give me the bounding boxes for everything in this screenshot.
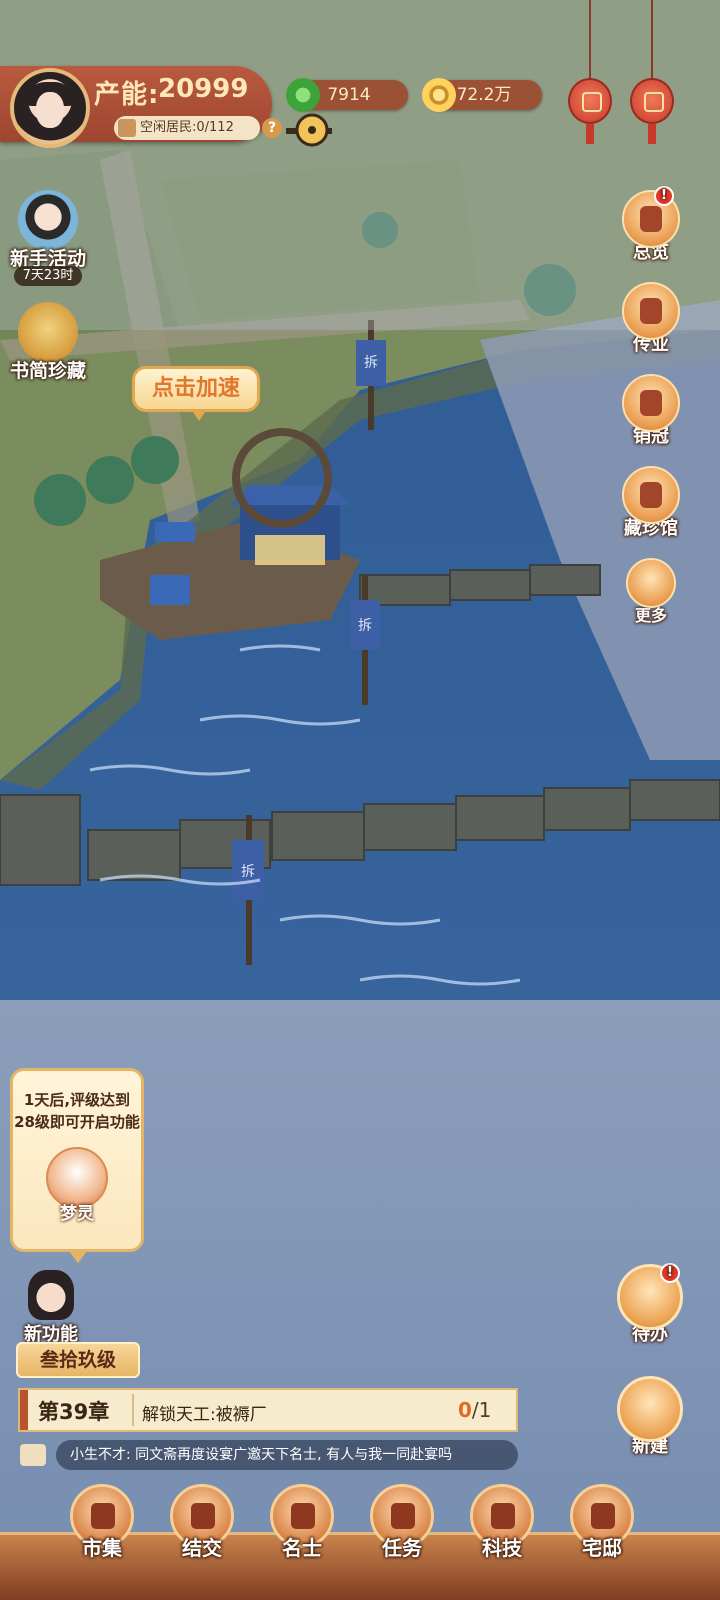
treasure-hall-button[interactable]: 藏珍馆 (616, 466, 686, 540)
nav-tech-label: 科技 (482, 1536, 522, 1560)
jade-value: 7914 (327, 85, 371, 105)
scroll-icon (118, 119, 136, 137)
player-avatar[interactable] (10, 68, 90, 148)
jade-currency[interactable]: 7914 (286, 78, 408, 112)
newbie-event-button[interactable]: 新手活动 (6, 190, 90, 271)
newbie-event-icon (18, 190, 78, 250)
overview-badge: ! (654, 186, 674, 206)
build-button[interactable]: 新建 (614, 1376, 686, 1458)
lantern-button-left[interactable] (568, 0, 612, 150)
task-description: 解锁天工:被褥厂 (142, 1405, 267, 1425)
lantern-button-right[interactable] (630, 0, 674, 150)
todo-badge: ! (660, 1263, 680, 1283)
more-button[interactable]: 更多 (616, 558, 686, 626)
new-feature-button[interactable]: 新功能 (16, 1270, 86, 1346)
nav-friends[interactable]: 结交 (166, 1484, 238, 1561)
production-label: 产能: (94, 80, 160, 110)
unlock-line-2: 28级即可开启功能 (14, 1113, 140, 1131)
nav-market-label: 市集 (82, 1536, 122, 1560)
newbie-event-timer: 7天23时 (14, 266, 82, 286)
inherit-button[interactable]: 传业 (616, 282, 686, 356)
chat-ticker[interactable]: 小生不才: 同文斋再度设宴广邀天下名士, 有人与我一同赴宴吗 (20, 1440, 520, 1470)
nav-celebrities-label: 名士 (282, 1536, 322, 1560)
flower-icon (626, 558, 676, 608)
demolish-sign-3: 拆 (241, 864, 255, 880)
sales-champion-button[interactable]: 销冠 (616, 374, 686, 448)
bamboo-collection-label: 书简珍藏 (9, 360, 86, 382)
nav-tasks-label: 任务 (382, 1536, 422, 1560)
production-value: 20999 (158, 74, 249, 104)
speaker-icon (20, 1444, 46, 1466)
gold-value: 72.2万 (456, 85, 512, 105)
demolish-sign-2: 拆 (358, 618, 372, 634)
task-progress: 0/1 (458, 1398, 492, 1422)
gold-currency[interactable]: 72.2万 (422, 78, 542, 112)
checklist-icon: ! (617, 1263, 683, 1330)
nav-tech[interactable]: 科技 (466, 1484, 538, 1561)
idle-residents[interactable]: 空闲居民:0/112 (114, 116, 260, 140)
overview-button[interactable]: ! 总览 (616, 186, 686, 264)
jade-icon (286, 78, 320, 112)
nav-mansion-label: 宅邸 (582, 1536, 622, 1560)
nav-tasks[interactable]: 任务 (366, 1484, 438, 1561)
idle-residents-text: 空闲居民:0/112 (140, 120, 234, 135)
cart-wheel-icon[interactable] (286, 110, 332, 150)
todo-button[interactable]: ! 待办 (614, 1263, 686, 1346)
nav-mansion[interactable]: 宅邸 (566, 1484, 638, 1561)
level-badge: 叁拾玖级 (16, 1342, 140, 1378)
speed-up-bubble[interactable]: 点击加速 (132, 366, 260, 421)
nav-friends-label: 结交 (182, 1536, 222, 1560)
coin-icon (422, 78, 456, 112)
demolish-sign-1: 拆 (364, 355, 378, 371)
overview-icon: ! (622, 186, 680, 248)
nav-celebrities[interactable]: 名士 (266, 1484, 338, 1561)
feature-unlock-card[interactable]: 1天后,评级达到 28级即可开启功能 梦灵 (10, 1068, 144, 1263)
guide-girl-icon (28, 1270, 74, 1320)
chapter-label: 第39章 (38, 1400, 110, 1424)
chapter-task-bar[interactable]: 第39章 解锁天工:被褥厂 0/1 (18, 1388, 518, 1432)
nav-market[interactable]: 市集 (66, 1484, 138, 1561)
vase-icon (622, 466, 680, 524)
house-icon (617, 1376, 683, 1442)
chess-knight-icon (622, 282, 680, 340)
help-button[interactable]: ? (262, 118, 282, 138)
bamboo-scroll-icon (18, 302, 78, 362)
unlock-line-1: 1天后,评级达到 (23, 1091, 131, 1109)
trophy-icon (622, 374, 680, 432)
bamboo-collection-button[interactable]: 书简珍藏 (6, 302, 90, 383)
chat-message: 小生不才: 同文斋再度设宴广邀天下名士, 有人与我一同赴宴吗 (56, 1440, 518, 1470)
unlock-feature-name: 梦灵 (60, 1204, 94, 1224)
